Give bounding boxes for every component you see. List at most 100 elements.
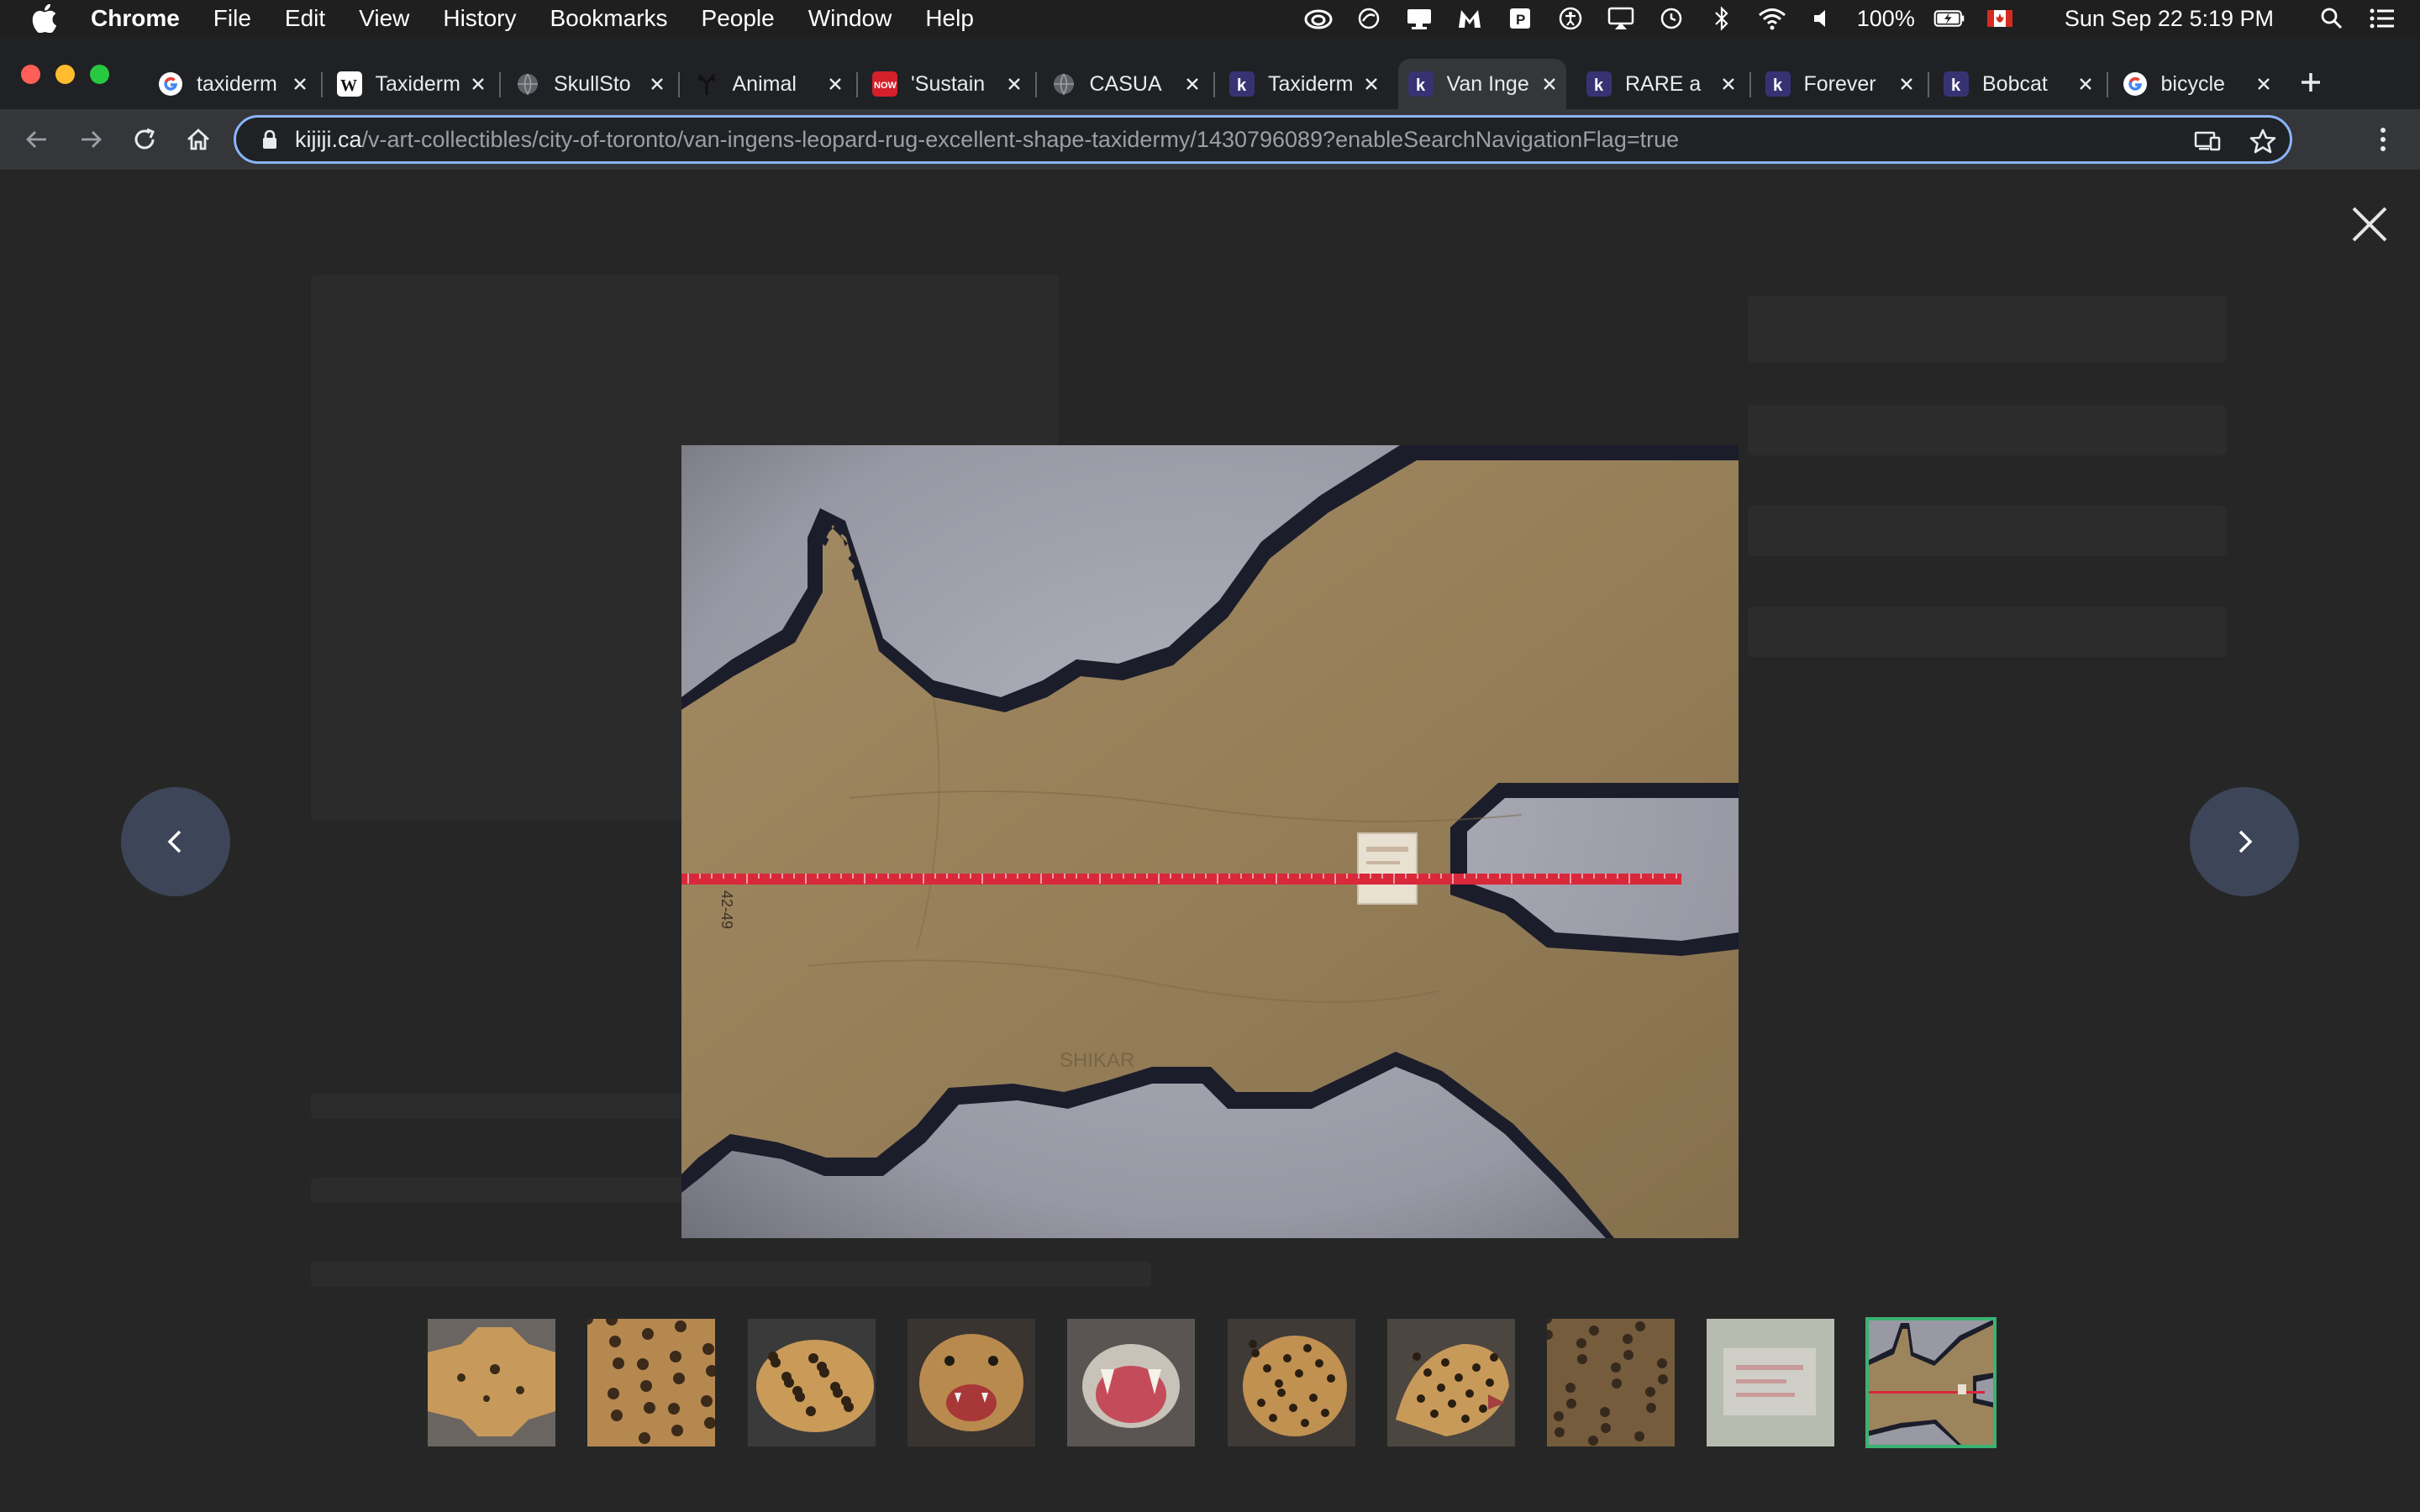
tab-title: Taxiderm — [1268, 71, 1354, 96]
battery-charging-icon[interactable] — [1933, 6, 1965, 31]
tab-title: Van Inge — [1446, 71, 1529, 96]
thumbnail-fur-texture[interactable] — [1547, 1319, 1675, 1446]
bookmark-star-icon[interactable] — [2249, 128, 2276, 155]
thumbnail-rug-underside-measuring[interactable] — [1865, 1317, 1996, 1448]
sync-icon[interactable] — [1353, 6, 1385, 31]
spotlight-search-icon[interactable] — [2316, 6, 2348, 31]
thumbnail-leopard-face-open-mouth[interactable] — [908, 1319, 1035, 1446]
menu-history[interactable]: History — [443, 5, 516, 32]
malwarebytes-icon[interactable] — [1454, 6, 1486, 31]
menu-help[interactable]: Help — [925, 5, 974, 32]
display-icon[interactable] — [1403, 6, 1435, 31]
cast-icon[interactable] — [2194, 128, 2221, 155]
app-menu-chrome[interactable]: Chrome — [91, 5, 180, 32]
browser-tab[interactable]: k Taxiderm — [1219, 59, 1388, 109]
window-minimize-button[interactable] — [55, 65, 75, 84]
tab-close-icon[interactable] — [1002, 72, 1026, 96]
home-button[interactable] — [178, 119, 218, 160]
url-text[interactable]: kijiji.ca/v-art-collectibles/city-of-tor… — [295, 127, 1679, 153]
tab-close-icon[interactable] — [1181, 72, 1204, 96]
browser-tab[interactable]: W Taxiderm — [327, 59, 496, 109]
previous-image-button[interactable] — [121, 787, 230, 896]
menu-view[interactable]: View — [359, 5, 409, 32]
tab-close-icon[interactable] — [1360, 72, 1383, 96]
tab-close-icon[interactable] — [1538, 72, 1561, 96]
menu-window[interactable]: Window — [808, 5, 892, 32]
tab-separator — [320, 72, 323, 97]
thumbnail-rug-head-side[interactable] — [748, 1319, 876, 1446]
canada-flag-icon[interactable] — [1984, 6, 2016, 31]
browser-tab[interactable]: k Bobcat — [1933, 59, 2102, 109]
lightbox-close-button[interactable] — [2344, 199, 2395, 249]
background-panel — [1748, 296, 2227, 363]
thumbnail-label-card[interactable] — [1707, 1319, 1834, 1446]
antler-icon — [694, 71, 719, 97]
volume-icon[interactable] — [1807, 6, 1839, 31]
background-panel — [1748, 405, 2227, 455]
svg-text:NOW: NOW — [874, 81, 897, 91]
svg-text:k: k — [1237, 76, 1247, 95]
thumbnail-fur-spots-closeup[interactable] — [587, 1319, 715, 1446]
menu-bookmarks[interactable]: Bookmarks — [550, 5, 667, 32]
menu-people[interactable]: People — [702, 5, 775, 32]
address-bar[interactable]: kijiji.ca/v-art-collectibles/city-of-tor… — [234, 115, 2292, 164]
window-close-button[interactable] — [21, 65, 40, 84]
tab-separator — [2106, 72, 2108, 97]
forward-button[interactable] — [71, 119, 111, 160]
tab-close-icon[interactable] — [2252, 72, 2275, 96]
app-p-icon[interactable]: P — [1504, 6, 1536, 31]
creative-cloud-icon[interactable] — [1302, 6, 1334, 31]
svg-text:W: W — [340, 76, 357, 95]
browser-tab[interactable]: NOW 'Sustain — [862, 59, 1031, 109]
new-tab-button[interactable] — [2294, 66, 2328, 99]
browser-tab[interactable]: k Forever — [1755, 59, 1924, 109]
accessibility-icon[interactable] — [1555, 6, 1586, 31]
tab-close-icon[interactable] — [466, 72, 490, 96]
thumbnail-leopard-head-profile[interactable] — [1387, 1319, 1515, 1446]
page-viewport: 42-49 SHIKAR — [0, 170, 2420, 1512]
wikipedia-icon: W — [336, 71, 362, 97]
macos-menu-bar: Chrome File Edit View History Bookmarks … — [0, 0, 2420, 37]
wifi-icon[interactable] — [1756, 6, 1788, 31]
url-path: /v-art-collectibles/city-of-toronto/van-… — [361, 126, 1680, 152]
browser-tab[interactable]: taxiderm — [148, 59, 317, 109]
svg-text:P: P — [1516, 12, 1525, 28]
svg-text:k: k — [1951, 76, 1961, 95]
menu-edit[interactable]: Edit — [285, 5, 325, 32]
window-zoom-button[interactable] — [90, 65, 109, 84]
airplay-icon[interactable] — [1605, 6, 1637, 31]
browser-tab[interactable]: k RARE a — [1576, 59, 1745, 109]
tab-separator — [1034, 72, 1037, 97]
browser-tab[interactable]: k Van Inge — [1397, 59, 1566, 109]
tab-separator — [499, 72, 501, 97]
thumbnail-leopard-mouth-teeth[interactable] — [1067, 1319, 1195, 1446]
next-image-button[interactable] — [2190, 787, 2299, 896]
tab-close-icon[interactable] — [823, 72, 847, 96]
thumbnail-rug-full-top[interactable] — [428, 1319, 555, 1446]
browser-tab[interactable]: SkullSto — [505, 59, 674, 109]
browser-tab[interactable]: bicycle — [2112, 59, 2281, 109]
tab-close-icon[interactable] — [1717, 72, 1740, 96]
tab-title: taxiderm — [197, 71, 277, 96]
thumbnail-leopard-head-front[interactable] — [1228, 1319, 1355, 1446]
browser-tab[interactable]: CASUA — [1041, 59, 1210, 109]
gallery-main-image[interactable]: 42-49 SHIKAR — [681, 445, 1739, 1238]
globe-icon — [515, 71, 540, 97]
tab-close-icon[interactable] — [645, 72, 669, 96]
chrome-menu-icon[interactable] — [2363, 119, 2403, 160]
reload-button[interactable] — [124, 119, 165, 160]
tab-close-icon[interactable] — [1895, 72, 1918, 96]
bluetooth-icon[interactable] — [1706, 6, 1738, 31]
tab-title: CASUA — [1089, 71, 1162, 96]
menu-file[interactable]: File — [213, 5, 251, 32]
svg-text:k: k — [1773, 76, 1783, 95]
back-button[interactable] — [17, 119, 57, 160]
tab-close-icon[interactable] — [288, 72, 312, 96]
apple-icon[interactable] — [32, 4, 67, 33]
notification-center-icon[interactable] — [2366, 6, 2398, 31]
time-machine-icon[interactable] — [1655, 6, 1687, 31]
lock-icon[interactable] — [261, 129, 278, 150]
tab-close-icon[interactable] — [2074, 72, 2097, 96]
clock-text[interactable]: Sun Sep 22 5:19 PM — [2065, 6, 2274, 32]
browser-tab[interactable]: Animal — [684, 59, 853, 109]
